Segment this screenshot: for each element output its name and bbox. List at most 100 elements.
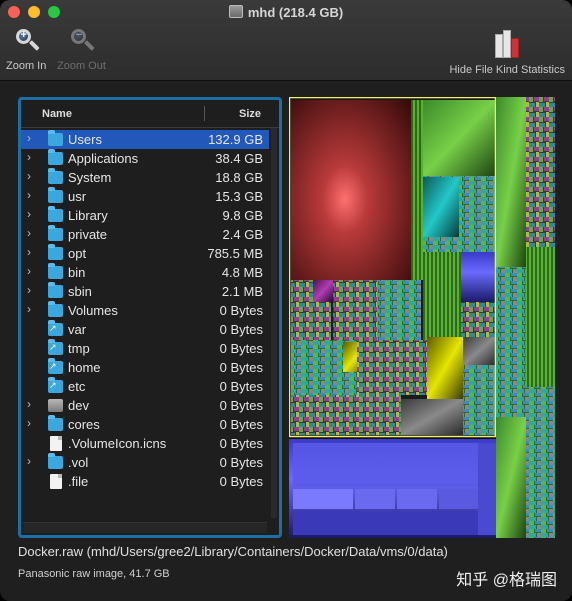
folder-icon bbox=[48, 149, 63, 165]
folder-icon bbox=[48, 187, 63, 203]
file-list-row[interactable]: › cores 0 Bytes bbox=[21, 415, 269, 434]
file-size: 0 Bytes bbox=[219, 322, 263, 337]
file-name: home bbox=[68, 360, 101, 375]
selected-file-path: Docker.raw (mhd/Users/gree2/Library/Cont… bbox=[18, 544, 448, 559]
disclosure-chevron-icon[interactable]: › bbox=[27, 150, 37, 164]
zoom-in-button[interactable]: Zoom In bbox=[6, 28, 46, 72]
document-icon bbox=[50, 474, 62, 489]
file-list-row[interactable]: › Applications 38.4 GB bbox=[21, 149, 269, 168]
disclosure-chevron-icon[interactable]: › bbox=[27, 188, 37, 202]
file-size: 785.5 MB bbox=[207, 246, 263, 261]
treemap-applications-block[interactable] bbox=[496, 97, 526, 267]
folder-alias-icon bbox=[48, 339, 63, 355]
horizontal-scrollbar[interactable] bbox=[23, 522, 267, 533]
file-size: 132.9 GB bbox=[208, 132, 263, 147]
treemap-docker-raw-block[interactable] bbox=[291, 100, 411, 280]
file-name: Volumes bbox=[68, 303, 118, 318]
zoom-out-button[interactable]: Zoom Out bbox=[57, 28, 106, 72]
file-size: 2.1 MB bbox=[221, 284, 263, 299]
file-list: › Users 132.9 GB › Applications 38.4 GB › Syste… bbox=[21, 130, 269, 491]
disclosure-chevron-icon[interactable]: › bbox=[27, 397, 37, 411]
hide-file-kind-statistics-button[interactable]: Hide File Kind Statistics bbox=[449, 28, 565, 76]
document-icon bbox=[50, 436, 62, 451]
file-size: 18.8 GB bbox=[215, 170, 263, 185]
file-size: 0 Bytes bbox=[219, 455, 263, 470]
file-size: 9.8 GB bbox=[222, 208, 263, 223]
file-list-row[interactable]: home 0 Bytes bbox=[21, 358, 269, 377]
zoom-in-icon bbox=[14, 28, 40, 54]
folder-icon bbox=[48, 244, 63, 260]
file-name: bin bbox=[68, 265, 86, 280]
file-size: 0 Bytes bbox=[219, 474, 263, 489]
file-list-panel: Name Size › Users 132.9 GB › Applications 38.… bbox=[18, 97, 282, 538]
vertical-scrollbar[interactable] bbox=[271, 128, 277, 518]
file-name: .vol bbox=[68, 455, 89, 470]
file-name: Library bbox=[68, 208, 108, 223]
folder-icon bbox=[48, 263, 63, 279]
toolbar: mhd (218.4 GB) Zoom In Zoom Out Hide Fil… bbox=[0, 0, 572, 81]
folder-icon bbox=[48, 225, 63, 241]
file-list-row[interactable]: › Users 132.9 GB bbox=[21, 130, 269, 149]
file-list-row[interactable]: .file 0 Bytes bbox=[21, 472, 269, 491]
folder-icon bbox=[48, 168, 63, 184]
name-column-header[interactable]: Name bbox=[42, 108, 72, 120]
file-name: sbin bbox=[68, 284, 92, 299]
folder-alias-icon bbox=[48, 320, 63, 336]
file-name: Applications bbox=[68, 151, 139, 166]
disclosure-chevron-icon[interactable]: › bbox=[27, 454, 37, 468]
file-size: 0 Bytes bbox=[219, 436, 263, 451]
file-size: 4.8 MB bbox=[221, 265, 263, 280]
file-name: var bbox=[68, 322, 87, 337]
zoom-out-label: Zoom Out bbox=[57, 60, 106, 72]
disclosure-chevron-icon[interactable]: › bbox=[27, 131, 37, 145]
window-title-text: mhd (218.4 GB) bbox=[247, 5, 344, 20]
selected-file-kind: Panasonic raw image, 41.7 GB bbox=[18, 568, 170, 580]
file-list-row[interactable]: › private 2.4 GB bbox=[21, 225, 269, 244]
disclosure-chevron-icon[interactable]: › bbox=[27, 169, 37, 183]
window-title: mhd (218.4 GB) bbox=[0, 5, 572, 20]
file-list-row[interactable]: › dev 0 Bytes bbox=[21, 396, 269, 415]
column-divider[interactable] bbox=[204, 106, 205, 121]
file-list-row[interactable]: .VolumeIcon.icns 0 Bytes bbox=[21, 434, 269, 453]
folder-alias-icon bbox=[48, 377, 63, 393]
disclosure-chevron-icon[interactable]: › bbox=[27, 226, 37, 240]
hard-disk-icon bbox=[228, 5, 243, 18]
disclosure-chevron-icon[interactable]: › bbox=[27, 283, 37, 297]
folder-icon bbox=[48, 301, 63, 317]
file-size: 0 Bytes bbox=[219, 379, 263, 394]
file-list-row[interactable]: › System 18.8 GB bbox=[21, 168, 269, 187]
file-size: 38.4 GB bbox=[215, 151, 263, 166]
file-list-row[interactable]: › Library 9.8 GB bbox=[21, 206, 269, 225]
file-list-row[interactable]: › opt 785.5 MB bbox=[21, 244, 269, 263]
treemap-system-block[interactable] bbox=[526, 97, 555, 247]
disclosure-chevron-icon[interactable]: › bbox=[27, 264, 37, 278]
disclosure-chevron-icon[interactable]: › bbox=[27, 245, 37, 259]
file-list-row[interactable]: etc 0 Bytes bbox=[21, 377, 269, 396]
file-list-row[interactable]: › usr 15.3 GB bbox=[21, 187, 269, 206]
file-name: usr bbox=[68, 189, 87, 204]
file-size: 15.3 GB bbox=[215, 189, 263, 204]
file-kind-statistics-icon bbox=[493, 28, 521, 58]
disk-icon bbox=[48, 399, 63, 412]
app-window: mhd (218.4 GB) Zoom In Zoom Out Hide Fil… bbox=[0, 0, 572, 601]
disclosure-chevron-icon[interactable]: › bbox=[27, 302, 37, 316]
file-size: 0 Bytes bbox=[219, 303, 263, 318]
disclosure-chevron-icon[interactable]: › bbox=[27, 416, 37, 430]
file-name: etc bbox=[68, 379, 86, 394]
file-list-row[interactable]: › .vol 0 Bytes bbox=[21, 453, 269, 472]
file-name: dev bbox=[68, 398, 89, 413]
file-name: cores bbox=[68, 417, 100, 432]
size-column-header[interactable]: Size bbox=[239, 108, 261, 120]
folder-alias-icon bbox=[48, 358, 63, 374]
file-list-row[interactable]: › sbin 2.1 MB bbox=[21, 282, 269, 301]
folder-icon bbox=[48, 415, 63, 431]
file-list-row[interactable]: › Volumes 0 Bytes bbox=[21, 301, 269, 320]
file-size: 2.4 GB bbox=[222, 227, 263, 242]
file-list-row[interactable]: var 0 Bytes bbox=[21, 320, 269, 339]
disclosure-chevron-icon[interactable]: › bbox=[27, 207, 37, 221]
file-list-row[interactable]: › bin 4.8 MB bbox=[21, 263, 269, 282]
treemap-view[interactable] bbox=[289, 97, 555, 538]
file-size: 0 Bytes bbox=[219, 398, 263, 413]
file-name: .VolumeIcon.icns bbox=[68, 436, 167, 451]
file-list-row[interactable]: tmp 0 Bytes bbox=[21, 339, 269, 358]
